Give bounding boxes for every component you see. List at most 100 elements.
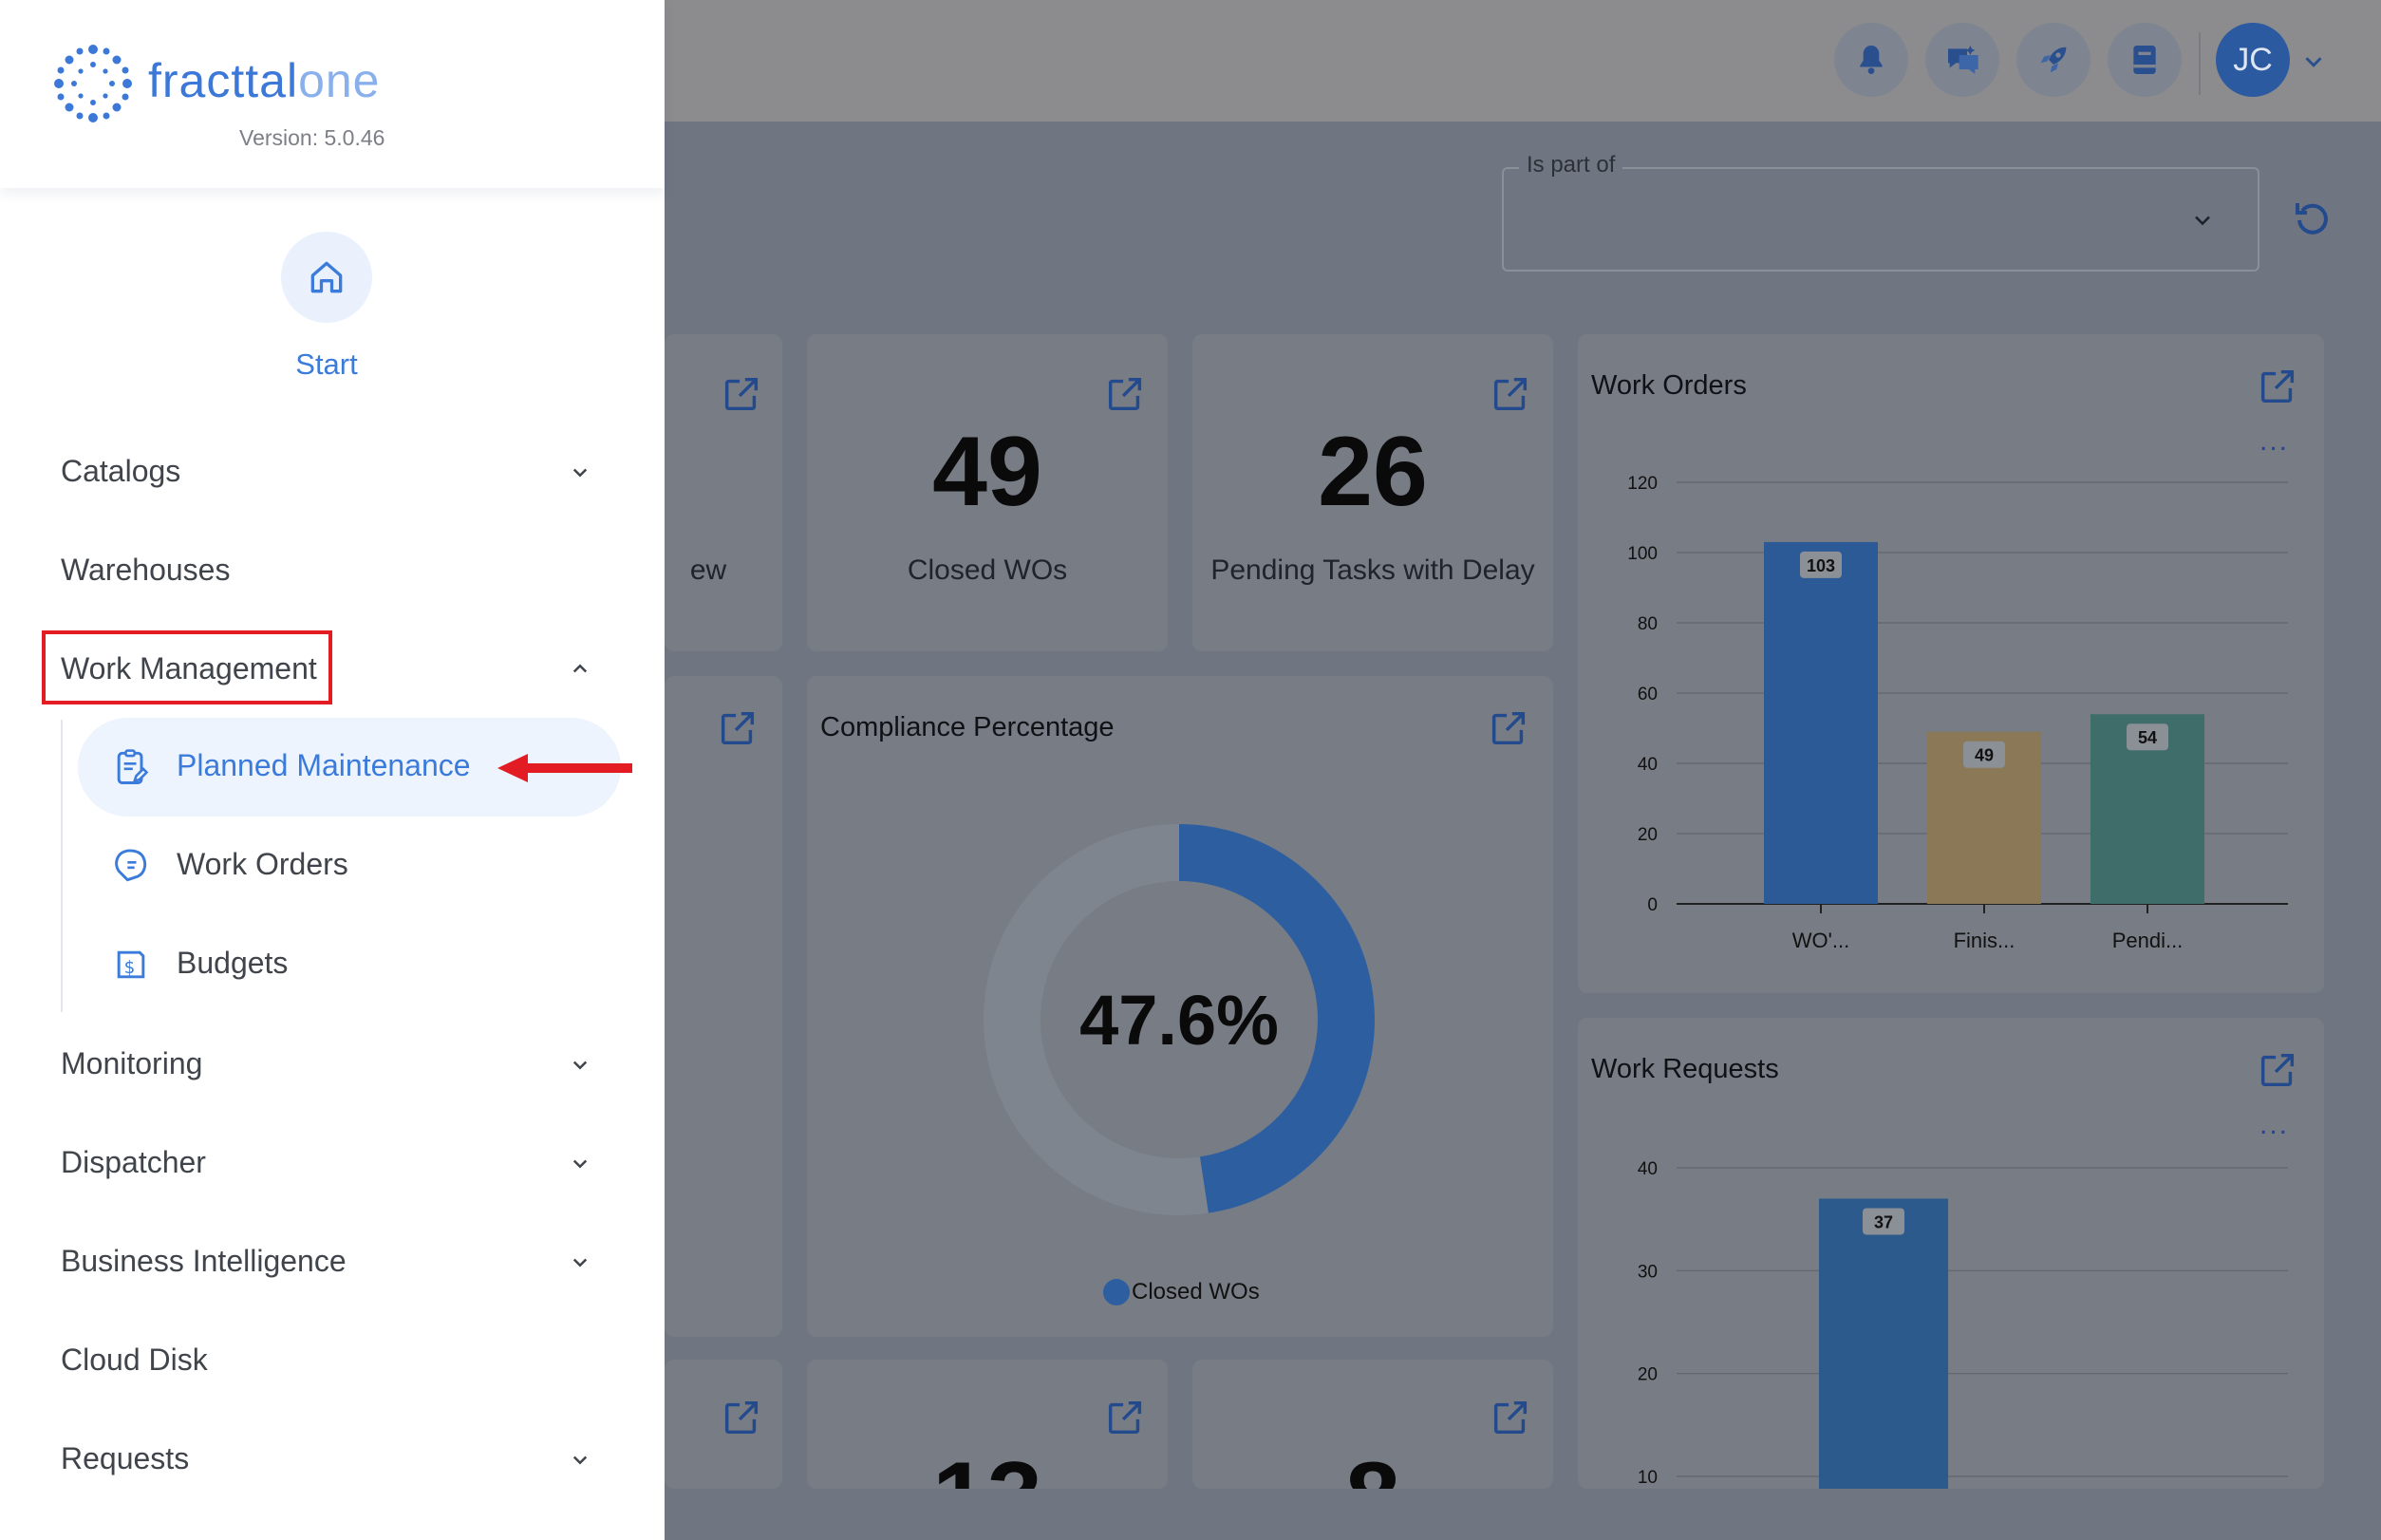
chevron-down-icon[interactable] bbox=[2299, 47, 2328, 76]
data-label: 54 bbox=[2138, 728, 2157, 747]
sidebar-item-dispatcher[interactable]: Dispatcher bbox=[61, 1145, 206, 1180]
y-tick-label: 40 bbox=[1638, 755, 1658, 775]
card-title: Compliance Percentage bbox=[820, 712, 1115, 742]
x-tick-label: Pendi... bbox=[2112, 929, 2184, 952]
clipboard-edit-icon bbox=[117, 749, 149, 784]
chevron-down-icon[interactable] bbox=[566, 1149, 594, 1177]
y-tick-label: 0 bbox=[1647, 895, 1658, 915]
sidebar-item-work-orders[interactable]: Work Orders bbox=[177, 847, 348, 882]
sidebar-item-requests[interactable]: Requests bbox=[61, 1441, 189, 1476]
y-tick-label: 100 bbox=[1627, 544, 1658, 564]
external-link-icon[interactable] bbox=[2256, 1048, 2299, 1092]
legend-swatch bbox=[1103, 1279, 1130, 1305]
more-options-icon[interactable]: ... bbox=[2259, 1109, 2289, 1141]
y-tick-label: 80 bbox=[1638, 614, 1658, 634]
x-tick-label: Finis... bbox=[1954, 929, 2015, 952]
red-arrow-annotation bbox=[497, 754, 632, 782]
sidebar-item-warehouses[interactable]: Warehouses bbox=[61, 553, 230, 588]
data-label: 37 bbox=[1874, 1213, 1893, 1232]
bell-icon bbox=[1860, 46, 1883, 74]
is-part-of-select[interactable] bbox=[1502, 167, 2259, 272]
chevron-down-icon[interactable] bbox=[566, 1050, 594, 1079]
chat-button[interactable] bbox=[1925, 23, 1999, 97]
kpi-caption: ew bbox=[689, 554, 727, 586]
sidebar-item-cloud-disk[interactable]: Cloud Disk bbox=[61, 1343, 208, 1378]
y-tick-label: 120 bbox=[1627, 474, 1658, 494]
external-link-icon[interactable] bbox=[1103, 1396, 1147, 1439]
card-title: Work Orders bbox=[1591, 370, 1747, 401]
external-link-icon[interactable] bbox=[1487, 706, 1530, 750]
kpi-card-partial: ew bbox=[665, 334, 782, 651]
kpi-card-bottom-1: 13 bbox=[807, 1360, 1168, 1489]
kpi-value: 13 bbox=[807, 1441, 1168, 1489]
y-tick-label: 60 bbox=[1638, 685, 1658, 704]
card-title: Work Requests bbox=[1591, 1054, 1779, 1084]
notifications-button[interactable] bbox=[1834, 23, 1908, 97]
bar bbox=[1764, 541, 1878, 904]
sidebar: fracttalone Version: 5.0.46 Start Catalo… bbox=[0, 0, 665, 1540]
sidebar-item-work-management[interactable]: Work Management bbox=[61, 651, 317, 686]
start-button[interactable] bbox=[281, 232, 372, 323]
sidebar-item-business-intelligence[interactable]: Business Intelligence bbox=[61, 1244, 347, 1279]
y-tick-label: 20 bbox=[1638, 825, 1658, 845]
sidebar-item-label[interactable]: Planned Maintenance bbox=[177, 748, 471, 783]
data-label: 49 bbox=[1975, 746, 1994, 765]
user-avatar[interactable]: JC bbox=[2216, 23, 2290, 97]
chat-sparkle-icon bbox=[1948, 46, 1978, 74]
y-tick-label: 10 bbox=[1638, 1468, 1658, 1488]
chevron-down-icon[interactable] bbox=[566, 1445, 594, 1474]
budget-icon: $ bbox=[117, 950, 145, 979]
submenu-guide-line bbox=[61, 720, 63, 1012]
refresh-icon[interactable] bbox=[2290, 196, 2335, 241]
brand-text-accent: one bbox=[298, 54, 381, 107]
rocket-icon bbox=[2040, 47, 2067, 73]
external-link-icon[interactable] bbox=[2256, 365, 2299, 408]
card-partial-left bbox=[665, 676, 782, 1337]
external-link-icon[interactable] bbox=[1489, 1396, 1532, 1439]
kpi-value: 49 bbox=[932, 417, 1042, 527]
book-icon bbox=[2133, 46, 2156, 74]
external-link-icon[interactable] bbox=[720, 372, 763, 416]
compliance-donut: 47.6% bbox=[978, 818, 1380, 1221]
legend-label: Closed WOs bbox=[1132, 1279, 1260, 1305]
chevron-up-icon[interactable] bbox=[566, 655, 594, 684]
external-link-icon[interactable] bbox=[720, 1396, 763, 1439]
rocket-button[interactable] bbox=[2016, 23, 2090, 97]
data-label: 103 bbox=[1807, 556, 1835, 575]
start-label[interactable]: Start bbox=[249, 347, 404, 382]
work-orders-icon bbox=[115, 849, 147, 882]
y-tick-label: 20 bbox=[1638, 1365, 1658, 1385]
topbar-divider bbox=[2199, 32, 2201, 95]
y-tick-label: 40 bbox=[1638, 1159, 1658, 1179]
donut-center-value: 47.6% bbox=[1079, 980, 1279, 1060]
filter-label: Is part of bbox=[1519, 152, 1623, 178]
work-requests-chart: 10 20 30 40 37 bbox=[1638, 1159, 2288, 1489]
svg-text:$: $ bbox=[124, 958, 136, 978]
bar bbox=[1819, 1198, 1948, 1489]
chevron-down-icon[interactable] bbox=[566, 458, 594, 486]
work-orders-chart: 0 20 40 60 80 100 120 103 WO'... 49 Finis... 54 Pend… bbox=[1627, 474, 2288, 952]
fracttal-logo-icon bbox=[54, 45, 132, 122]
sidebar-item-catalogs[interactable]: Catalogs bbox=[61, 454, 180, 489]
kpi-caption: Pending Tasks with Delay bbox=[1210, 554, 1535, 586]
kpi-card-bottom-partial bbox=[665, 1360, 782, 1489]
kpi-value: 26 bbox=[1318, 417, 1428, 527]
docs-button[interactable] bbox=[2108, 23, 2182, 97]
kpi-card-bottom-2: 8 bbox=[1192, 1360, 1553, 1489]
sidebar-item-budgets[interactable]: Budgets bbox=[177, 946, 288, 981]
y-tick-label: 30 bbox=[1638, 1262, 1658, 1282]
chevron-down-icon[interactable] bbox=[2189, 207, 2216, 234]
kpi-card-closed-wos: 49 Closed WOs bbox=[807, 334, 1168, 651]
brand-text-main: fracttal bbox=[148, 54, 299, 107]
brand-wordmark: fracttalone bbox=[148, 53, 381, 108]
kpi-card-pending-tasks: 26 Pending Tasks with Delay bbox=[1192, 334, 1553, 651]
kpi-value: 8 bbox=[1192, 1441, 1553, 1489]
external-link-icon[interactable] bbox=[1103, 372, 1147, 416]
external-link-icon[interactable] bbox=[716, 706, 759, 750]
bottom-strip bbox=[665, 1489, 2381, 1540]
sidebar-item-monitoring[interactable]: Monitoring bbox=[61, 1046, 202, 1081]
brand-header: fracttalone Version: 5.0.46 bbox=[0, 0, 665, 188]
chevron-down-icon[interactable] bbox=[566, 1248, 594, 1276]
home-icon bbox=[310, 261, 343, 293]
external-link-icon[interactable] bbox=[1489, 372, 1532, 416]
